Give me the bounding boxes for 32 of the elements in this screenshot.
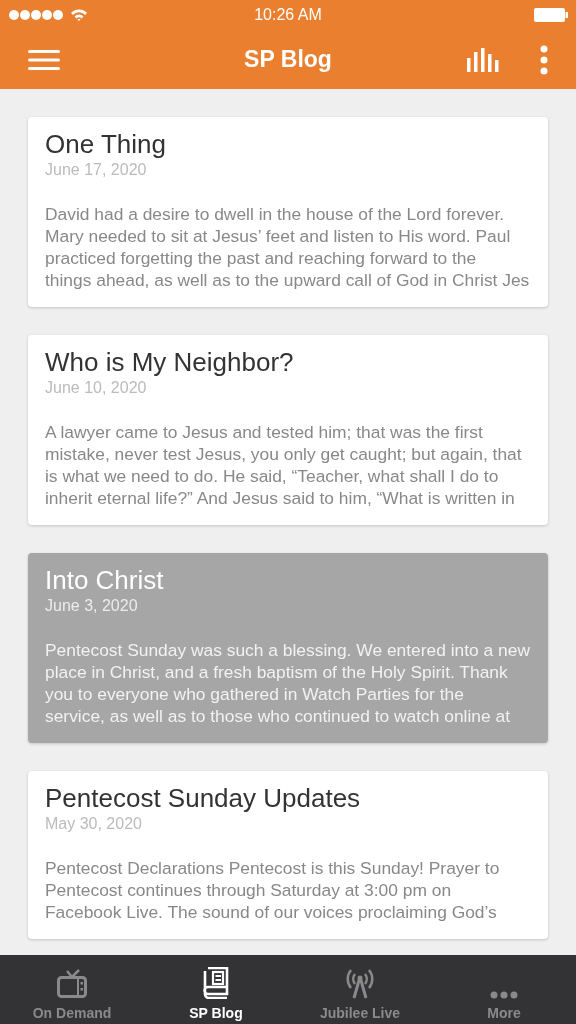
book-icon <box>203 967 229 999</box>
post-card[interactable] <box>28 771 548 939</box>
tab-button[interactable]: On Demand <box>0 955 144 1024</box>
post-excerpt: Pentecost Declarations Pentecost is this Sunday! Prayer to Pentecost continues through Saturday at 3:00 pm on Facebook Live. The sound of our voices proclaiming God’s <box>45 857 501 923</box>
page-title: SP Blog <box>244 46 332 73</box>
more-icon <box>490 991 518 999</box>
post-card[interactable] <box>28 553 548 743</box>
post-card[interactable] <box>28 335 548 525</box>
antenna-icon <box>345 967 375 999</box>
signal-icon <box>8 9 64 21</box>
post-title: Into Christ <box>45 565 165 595</box>
post-title: Pentecost Sunday Updates <box>45 783 362 813</box>
post-excerpt: Pentecost Sunday was such a blessing. We entered into a new place in Christ, and a fresh baptism of the Holy Spirit. Thank you to everyone who gathered in Watch Parties for the service, as well as to those who continued to watch online at <box>45 639 531 727</box>
post-card[interactable] <box>28 117 548 307</box>
post-title: Who is My Neighbor? <box>45 347 295 377</box>
wifi-icon <box>70 8 88 22</box>
status-time: 10:26 AM <box>254 6 322 24</box>
tab-button[interactable]: SP Blog <box>144 955 288 1024</box>
post-date: June 10, 2020 <box>45 379 148 397</box>
post-date: June 3, 2020 <box>45 597 139 615</box>
post-title: One Thing <box>45 129 167 159</box>
tab-button[interactable]: More <box>432 955 576 1024</box>
battery-icon <box>534 8 568 22</box>
tv-icon <box>57 969 87 999</box>
more-options-icon[interactable] <box>540 44 548 75</box>
post-date: May 30, 2020 <box>45 815 143 833</box>
post-date: June 17, 2020 <box>45 161 148 179</box>
equalizer-icon[interactable] <box>467 47 500 72</box>
tab-button[interactable]: Jubilee Live <box>288 955 432 1024</box>
menu-icon[interactable] <box>28 49 60 70</box>
post-excerpt: A lawyer came to Jesus and tested him; that was the first mistake, never test Jesus, you only get caught; but again, that is what we need to do. He said, “Teacher, what shall I do to inherit eternal life?” And Jesus said to him, “What is written in <box>45 421 523 509</box>
post-excerpt: David had a desire to dwell in the house of the Lord forever. Mary needed to sit at Jesus’ feet and listen to His word. Paul practiced forgetting the past and reaching forward to the things ahead, as well as to the upward call of God in Christ Jes <box>45 203 531 291</box>
